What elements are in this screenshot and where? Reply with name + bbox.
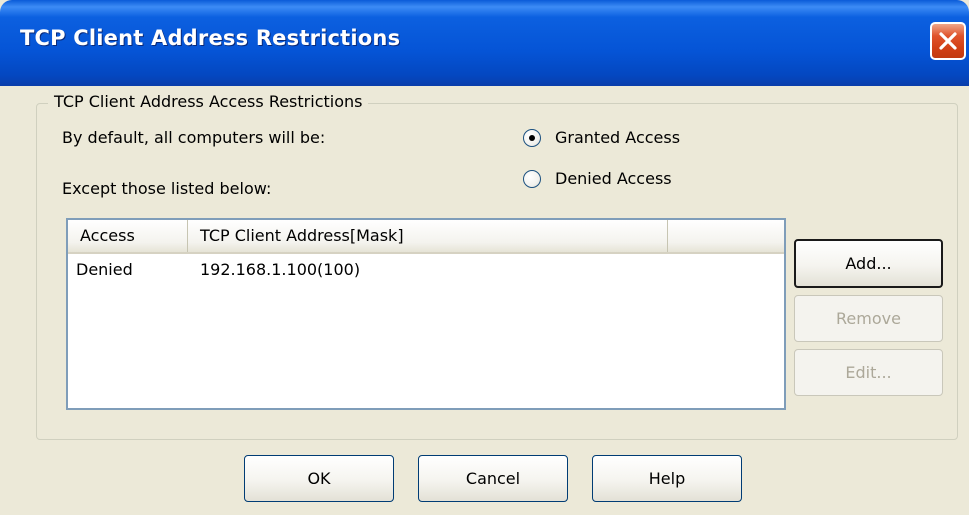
table-row[interactable]: Denied 192.168.1.100(100) [68, 256, 784, 286]
radio-granted-access[interactable] [523, 129, 541, 147]
close-icon [939, 32, 957, 50]
cancel-button-label: Cancel [465, 469, 521, 488]
radio-denied-access[interactable] [523, 170, 541, 188]
remove-button[interactable]: Remove [794, 295, 943, 342]
remove-button-label: Remove [836, 309, 901, 328]
close-button[interactable] [930, 22, 966, 60]
add-button[interactable]: Add... [794, 239, 943, 288]
default-access-label: By default, all computers will be: [62, 128, 326, 147]
radio-dot-icon [529, 135, 535, 141]
column-header-blank[interactable] [668, 220, 784, 252]
radio-granted-label[interactable]: Granted Access [555, 128, 680, 147]
group-label: TCP Client Address Access Restrictions [48, 92, 369, 111]
ok-button[interactable]: OK [244, 455, 394, 502]
add-button-label: Add... [845, 254, 892, 273]
except-label: Except those listed below: [62, 179, 272, 198]
title-bar[interactable]: TCP Client Address Restrictions [0, 0, 969, 86]
radio-denied-label[interactable]: Denied Access [555, 169, 672, 188]
edit-button-label: Edit... [845, 363, 892, 382]
row-access-cell: Denied [76, 260, 133, 279]
row-address-cell: 192.168.1.100(100) [200, 260, 361, 279]
list-header: Access TCP Client Address[Mask] [68, 220, 784, 254]
help-button[interactable]: Help [592, 455, 742, 502]
column-header-access[interactable]: Access [68, 220, 188, 252]
ok-button-label: OK [307, 469, 331, 488]
cancel-button[interactable]: Cancel [418, 455, 568, 502]
window-title: TCP Client Address Restrictions [20, 26, 401, 50]
dialog-window: TCP Client Address Restrictions TCP Clie… [0, 0, 969, 515]
help-button-label: Help [648, 469, 686, 488]
edit-button[interactable]: Edit... [794, 349, 943, 396]
column-header-address[interactable]: TCP Client Address[Mask] [188, 220, 668, 252]
address-list[interactable]: Access TCP Client Address[Mask] Denied 1… [66, 218, 786, 410]
